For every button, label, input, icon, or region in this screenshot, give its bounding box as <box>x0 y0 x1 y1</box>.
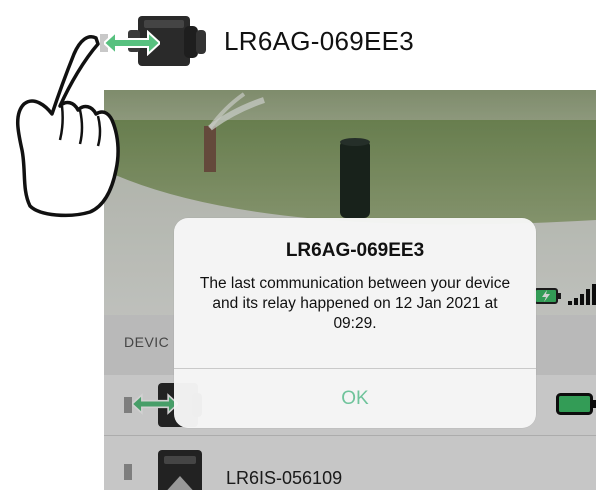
communication-alert-dialog: LR6AG-069EE3 The last communication betw… <box>174 218 536 428</box>
alert-title: LR6AG-069EE3 <box>285 240 425 261</box>
alert-ok-button[interactable]: OK <box>174 369 536 428</box>
app-screen-inset: DEVIC LR6IS-056109 LR6AG-069EE3 The last… <box>104 90 596 490</box>
tap-hand-icon <box>16 35 120 218</box>
alert-message: The last communication between your devi… <box>199 275 511 332</box>
top-device-name: LR6AG-069EE3 <box>224 26 415 56</box>
